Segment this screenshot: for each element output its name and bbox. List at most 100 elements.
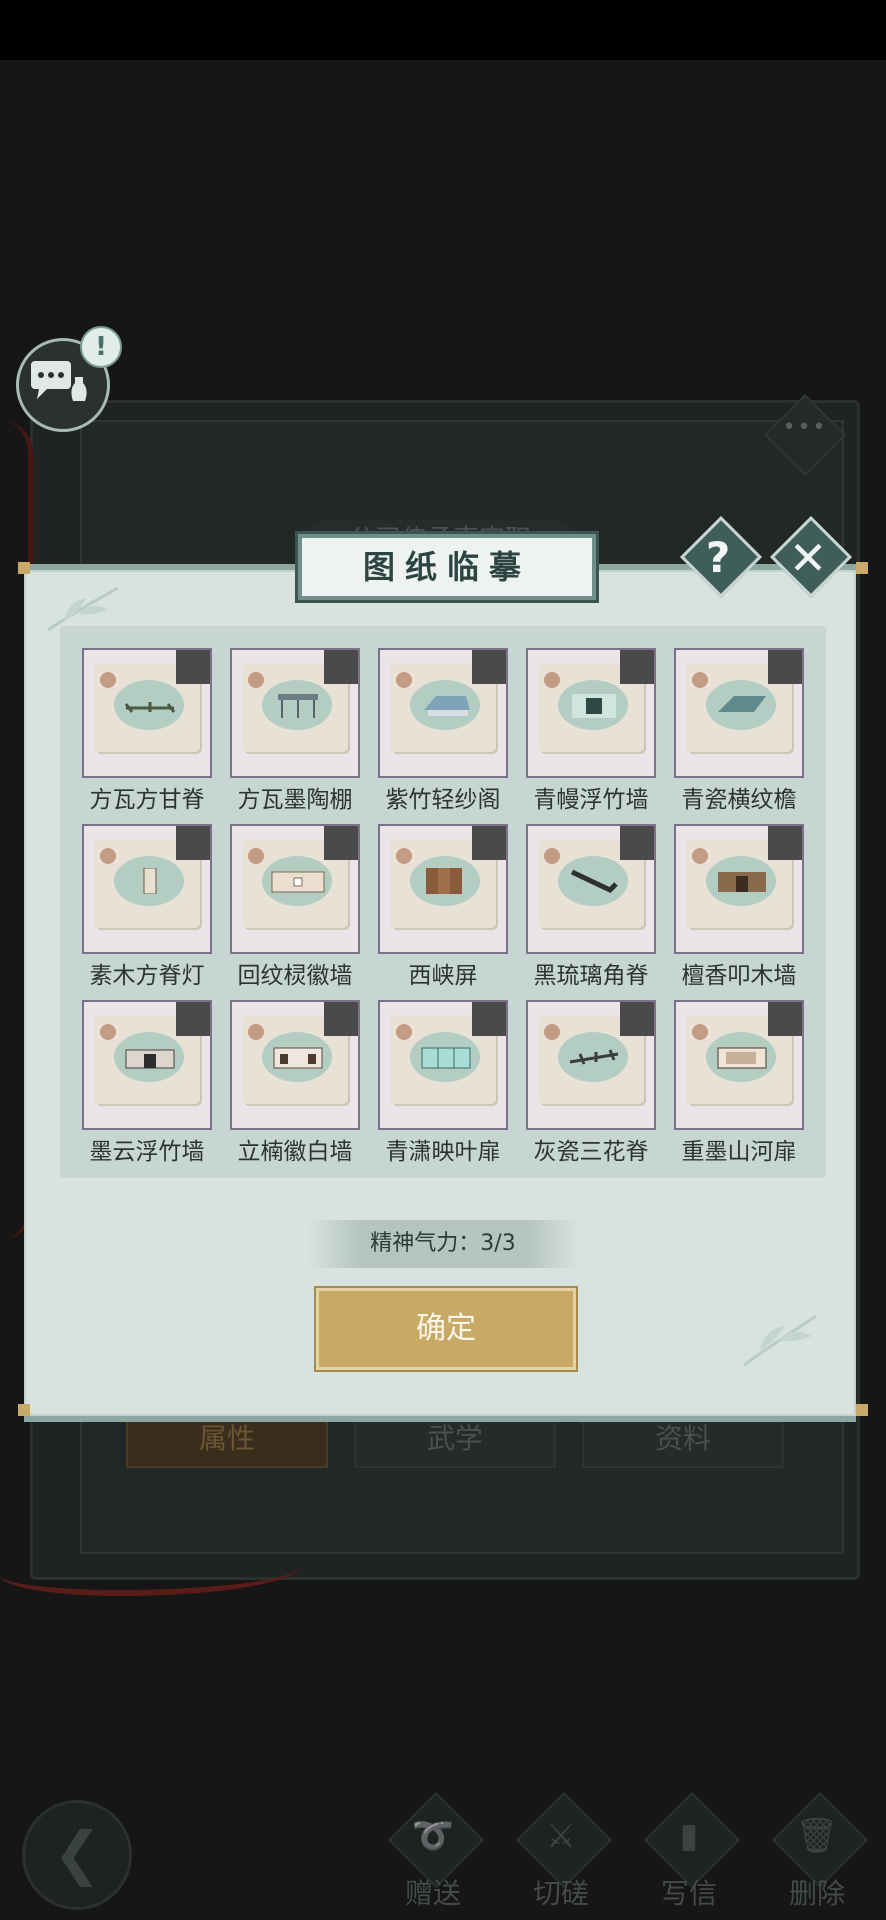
lock-corner-icon [176, 1002, 210, 1036]
lock-corner-icon [472, 1002, 506, 1036]
blueprint-name: 立楠徽白墙 [237, 1139, 353, 1165]
frame-corner [856, 562, 868, 574]
blueprint-card[interactable]: 方瓦墨陶棚 [230, 648, 360, 813]
blueprint-card[interactable]: 西峡屏 [378, 824, 508, 989]
lock-corner-icon [768, 650, 802, 684]
blueprint-thumbnail [378, 824, 508, 954]
chat-bubble-icon [31, 361, 87, 401]
blueprint-thumbnail [674, 1000, 804, 1130]
lock-corner-icon [324, 826, 358, 860]
blueprint-name: 西峡屏 [408, 963, 478, 989]
seal-stamp-icon [692, 672, 708, 688]
seal-stamp-icon [100, 672, 116, 688]
blueprint-name: 青幔浮竹墙 [533, 787, 649, 813]
blueprint-thumbnail [230, 1000, 360, 1130]
blueprint-card[interactable]: 墨云浮竹墙 [82, 1000, 212, 1165]
blueprint-name: 方瓦墨陶棚 [237, 787, 353, 813]
back-button[interactable]: ❮ [22, 1800, 132, 1910]
blueprint-name: 方瓦方甘脊 [89, 787, 205, 813]
blueprint-card[interactable]: 重墨山河扉 [674, 1000, 804, 1165]
frame-corner [18, 562, 30, 574]
blueprint-name: 紫竹轻纱阁 [385, 787, 501, 813]
blueprint-thumbnail [674, 824, 804, 954]
glass-room-icon [421, 1047, 471, 1069]
blueprint-card[interactable]: 灰瓷三花脊 [526, 1000, 656, 1165]
blueprint-card[interactable]: 黑琉璃角脊 [526, 824, 656, 989]
seal-stamp-icon [544, 1024, 560, 1040]
seal-stamp-icon [544, 848, 560, 864]
seal-stamp-icon [248, 672, 264, 688]
seal-stamp-icon [248, 1024, 264, 1040]
blueprint-name: 重墨山河扉 [681, 1139, 797, 1165]
wall-window-icon [572, 694, 616, 718]
delete-label: 删除 [788, 1877, 845, 1910]
blueprint-thumbnail [82, 824, 212, 954]
spar-button[interactable]: ⚔ 切磋 [506, 1791, 616, 1910]
sword-icon: ⚔ [545, 1816, 577, 1856]
blueprint-card[interactable]: 方瓦方甘脊 [82, 648, 212, 813]
letter-icon: ▮ [679, 1816, 699, 1856]
blueprint-thumbnail [526, 824, 656, 954]
wood-wall-icon [718, 872, 766, 892]
blueprint-card[interactable]: 素木方脊灯 [82, 824, 212, 989]
blueprint-card[interactable]: 青潇映叶扉 [378, 1000, 508, 1165]
lock-corner-icon [176, 826, 210, 860]
blueprint-thumbnail [526, 648, 656, 778]
lock-corner-icon [472, 650, 506, 684]
seal-stamp-icon [396, 848, 412, 864]
seal-stamp-icon [544, 672, 560, 688]
gift-button[interactable]: ➰ 赠送 [378, 1791, 488, 1910]
blueprint-name: 素木方脊灯 [89, 963, 205, 989]
seal-stamp-icon [100, 848, 116, 864]
lock-corner-icon [620, 1002, 654, 1036]
lock-corner-icon [620, 650, 654, 684]
house-room-icon [717, 1047, 767, 1069]
close-icon: ✕ [788, 531, 828, 585]
lock-corner-icon [324, 1002, 358, 1036]
lock-corner-icon [324, 650, 358, 684]
blueprint-grid-panel[interactable]: 方瓦方甘脊 方瓦墨陶棚 紫竹轻纱阁 青幔浮竹墙 青瓷横纹檐素木方脊灯 回纹棂徽墙 西峡屏 黑琉… [60, 626, 826, 1178]
more-dots-icon: ••• [782, 415, 828, 440]
confirm-button[interactable]: 确定 [316, 1288, 576, 1370]
blueprint-thumbnail [82, 648, 212, 778]
blueprint-name: 青潇映叶扉 [385, 1139, 501, 1165]
roof-building-icon [424, 696, 470, 716]
lock-corner-icon [768, 1002, 802, 1036]
blueprint-name: 墨云浮竹墙 [89, 1139, 205, 1165]
panel-wall-icon [271, 871, 325, 893]
seal-stamp-icon [396, 1024, 412, 1040]
gift-label: 赠送 [404, 1877, 461, 1910]
blueprint-thumbnail [82, 1000, 212, 1130]
white-wall-icon [273, 1047, 323, 1069]
blueprint-card[interactable]: 回纹棂徽墙 [230, 824, 360, 989]
status-bar [0, 0, 886, 60]
write-letter-label: 写信 [660, 1877, 717, 1910]
stamina-indicator: 精神气力：3/3 [306, 1220, 580, 1268]
delete-button[interactable]: 🗑 删除 [762, 1791, 872, 1910]
blueprint-card[interactable]: 青幔浮竹墙 [526, 648, 656, 813]
lock-corner-icon [472, 826, 506, 860]
blueprint-card[interactable]: 立楠徽白墙 [230, 1000, 360, 1165]
blueprint-thumbnail [526, 1000, 656, 1130]
blueprint-thumbnail [674, 648, 804, 778]
seal-stamp-icon [248, 848, 264, 864]
gate-wall-icon [125, 1049, 175, 1069]
lantern-icon [143, 868, 157, 894]
blueprint-name: 回纹棂徽墙 [237, 963, 353, 989]
pavilion-frame-icon [278, 694, 318, 718]
help-icon: ? [705, 533, 731, 582]
frame-corner [18, 1404, 30, 1416]
seal-stamp-icon [100, 1024, 116, 1040]
write-letter-button[interactable]: ▮ 写信 [634, 1791, 744, 1910]
blueprint-card[interactable]: 紫竹轻纱阁 [378, 648, 508, 813]
blueprint-card[interactable]: 青瓷横纹檐 [674, 648, 804, 813]
seal-stamp-icon [396, 672, 412, 688]
lock-corner-icon [768, 826, 802, 860]
lock-corner-icon [176, 650, 210, 684]
blueprint-thumbnail [378, 648, 508, 778]
seal-stamp-icon [692, 848, 708, 864]
corner-ridge-icon [570, 869, 618, 894]
blueprint-card[interactable]: 檀香叩木墙 [674, 824, 804, 989]
scroll-icon: ➰ [411, 1816, 455, 1856]
lock-corner-icon [620, 826, 654, 860]
